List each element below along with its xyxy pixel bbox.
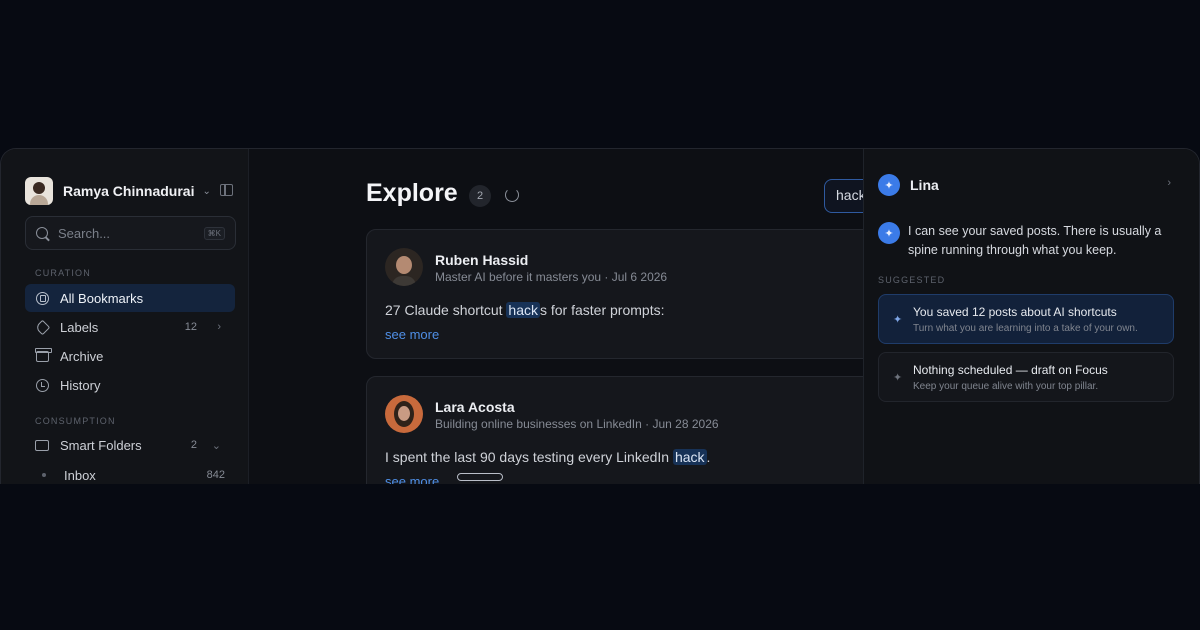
refresh-icon[interactable] bbox=[505, 188, 519, 202]
suggestion-subtitle: Turn what you are learning into a take o… bbox=[913, 323, 1138, 334]
post-card[interactable]: Ruben Hassid Master AI before it masters… bbox=[366, 229, 886, 359]
folder-icon bbox=[35, 438, 49, 452]
search-icon bbox=[36, 227, 48, 239]
sidebar-item-label: History bbox=[60, 377, 101, 393]
sidebar-item-label: Smart Folders bbox=[60, 437, 142, 453]
see-more-link[interactable]: see more bbox=[385, 327, 439, 342]
sidebar-item-label: Labels bbox=[60, 319, 99, 335]
bookmark-icon bbox=[35, 291, 49, 305]
user-name: Ramya Chinnadurai bbox=[63, 183, 195, 199]
bullet-icon bbox=[42, 473, 46, 477]
sparkle-icon: ✦ bbox=[878, 174, 900, 196]
sidebar-item-all-bookmarks[interactable]: All Bookmarks bbox=[25, 284, 235, 312]
assistant-name: Lina bbox=[910, 177, 939, 193]
avatar bbox=[385, 395, 423, 433]
sidebar-item-label: All Bookmarks bbox=[60, 290, 144, 306]
smart-folders-count: 2 bbox=[190, 439, 197, 451]
page-title: Explore bbox=[366, 179, 458, 207]
avatar bbox=[25, 177, 53, 205]
app-window: Ramya Chinnadurai ⌄ Search... ⌘K CURATIO… bbox=[0, 148, 1200, 484]
suggestion-subtitle: Keep your queue alive with your top pill… bbox=[913, 381, 1099, 392]
search-highlight: hack bbox=[506, 302, 540, 318]
search-placeholder: Search... bbox=[58, 225, 111, 241]
count-badge: 2 bbox=[469, 185, 491, 207]
sparkle-icon: ✦ bbox=[893, 372, 903, 384]
suggestion-title: Nothing scheduled — draft on Focus bbox=[913, 363, 1108, 377]
sparkle-icon: ✦ bbox=[893, 314, 903, 326]
inbox-count: 842 bbox=[206, 469, 225, 481]
search-highlight: hack bbox=[672, 449, 707, 465]
post-author: Ruben Hassid bbox=[435, 252, 529, 268]
post-text: 27 Claude shortcut hack s for faster prom… bbox=[385, 302, 665, 318]
assistant-message: ✦ I can see your saved posts. There is u… bbox=[878, 222, 1178, 260]
assistant-panel: ✦ Lina › ✦ I can see your saved posts. T… bbox=[863, 149, 1199, 484]
tag-icon bbox=[34, 319, 50, 335]
chevron-right-icon[interactable]: › bbox=[1167, 177, 1171, 189]
section-heading-curation: CURATION bbox=[35, 268, 91, 278]
clock-icon bbox=[35, 378, 49, 392]
chevron-down-icon: ⌄ bbox=[202, 185, 211, 197]
sidebar-toggle-icon[interactable] bbox=[220, 184, 233, 196]
suggestion-card[interactable]: ✦ Nothing scheduled — draft on Focus Kee… bbox=[878, 352, 1174, 402]
search-input[interactable]: Search... ⌘K bbox=[25, 216, 236, 250]
sidebar-item-label: Inbox bbox=[64, 467, 96, 483]
sidebar-item-archive[interactable]: Archive bbox=[25, 342, 235, 370]
sidebar-item-label: Archive bbox=[60, 348, 104, 364]
sidebar-item-history[interactable]: History bbox=[25, 371, 235, 399]
sidebar-item-labels[interactable]: Labels 12 › bbox=[25, 313, 235, 341]
chevron-right-icon: › bbox=[217, 321, 221, 333]
suggestion-card[interactable]: ✦ You saved 12 posts about AI shortcuts … bbox=[878, 294, 1174, 344]
post-subtitle: Building online businesses on LinkedIn ·… bbox=[435, 417, 719, 431]
sidebar-item-inbox[interactable]: Inbox 842 bbox=[25, 461, 235, 484]
see-more-link[interactable]: see more bbox=[385, 474, 439, 484]
assistant-message-text: I can see your saved posts. There is usu… bbox=[908, 224, 1162, 257]
scroll-indicator bbox=[457, 473, 503, 481]
post-subtitle: Master AI before it masters you · Jul 6 … bbox=[435, 270, 668, 284]
sidebar-item-smart-folders[interactable]: Smart Folders 2 ⌄ bbox=[25, 431, 235, 459]
suggestion-title: You saved 12 posts about AI shortcuts bbox=[913, 305, 1117, 319]
sidebar: Ramya Chinnadurai ⌄ Search... ⌘K CURATIO… bbox=[1, 149, 249, 484]
avatar bbox=[385, 248, 423, 286]
shortcut-badge: ⌘K bbox=[203, 226, 225, 240]
labels-count: 12 bbox=[184, 321, 197, 333]
section-heading-consumption: CONSUMPTION bbox=[35, 416, 116, 426]
user-switcher[interactable]: Ramya Chinnadurai ⌄ bbox=[25, 177, 237, 205]
suggested-heading: SUGGESTED bbox=[878, 275, 946, 285]
archive-icon bbox=[34, 347, 52, 363]
post-text: I spent the last 90 days testing every L… bbox=[385, 449, 711, 465]
assistant-header: ✦ Lina bbox=[878, 174, 939, 196]
main-content: Explore 2 hack Ruben Hassid Master AI be… bbox=[249, 149, 886, 484]
chevron-down-icon: ⌄ bbox=[211, 439, 221, 452]
sparkle-icon: ✦ bbox=[878, 222, 900, 244]
post-author: Lara Acosta bbox=[435, 399, 515, 415]
post-card[interactable]: Lara Acosta Building online businesses o… bbox=[366, 376, 886, 484]
